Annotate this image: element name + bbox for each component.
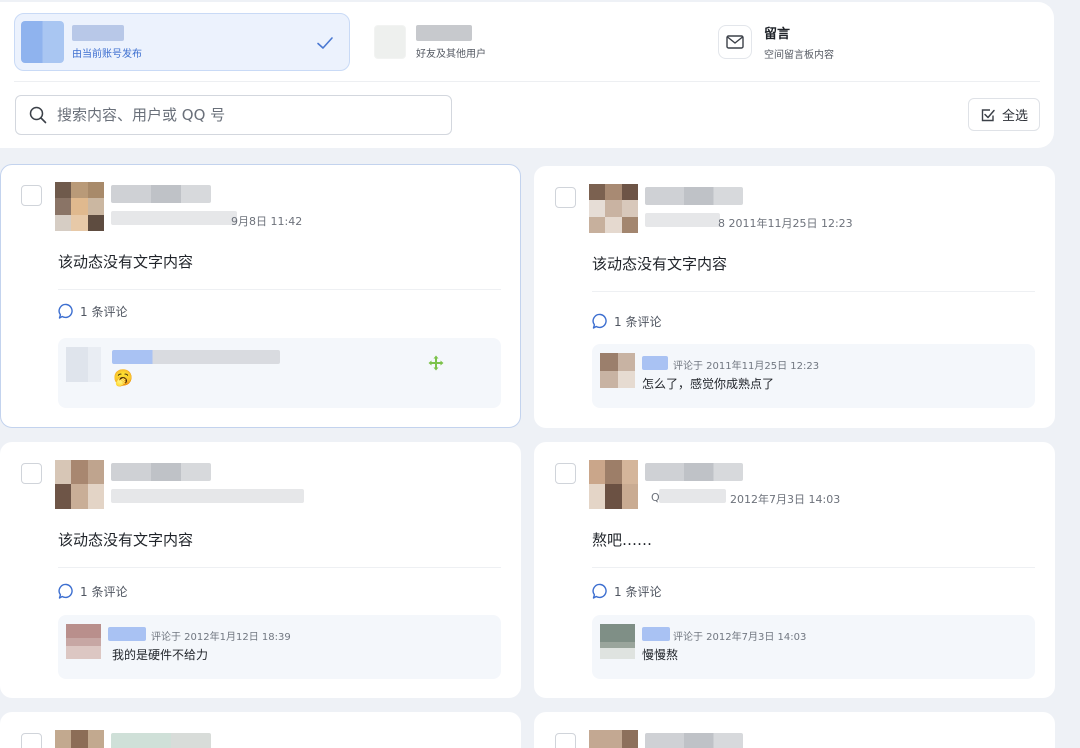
- commenter-avatar: [66, 347, 101, 382]
- post-checkbox[interactable]: [21, 185, 42, 206]
- select-all-button[interactable]: 全选: [968, 98, 1040, 131]
- post-meta-redacted: [645, 213, 720, 227]
- select-all-label: 全选: [1001, 109, 1028, 124]
- post-text: 熬吧……: [592, 531, 653, 549]
- comment-emoji: 🥱: [113, 368, 133, 387]
- tab-own-posts-subtitle: 由当前账号发布: [72, 48, 142, 60]
- post-time: 8 2011年11月25日 12:23: [718, 217, 853, 230]
- post-meta-redacted: [111, 211, 237, 225]
- post-card[interactable]: [0, 712, 521, 748]
- tab-guestbook-subtitle: 空间留言板内容: [764, 50, 834, 61]
- filter-panel: 由当前账号发布 好友及其他用户 留言 空间留言板内容 搜索内容、用户或 QQ 号…: [0, 2, 1054, 148]
- comment-meta: 评论于 2012年1月12日 18:39: [151, 632, 291, 643]
- divider: [14, 81, 1040, 82]
- friends-avatar: [374, 25, 406, 59]
- comment-count-label: 1 条评论: [80, 585, 128, 599]
- card-divider: [58, 567, 501, 568]
- post-text: 该动态没有文字内容: [58, 531, 194, 549]
- comment-item: 评论于 2011年11月25日 12:23 怎么了，感觉你成熟点了: [592, 344, 1035, 408]
- search-box[interactable]: [15, 95, 452, 135]
- card-divider: [592, 291, 1035, 292]
- commenter-name-redacted: [108, 627, 146, 641]
- avatar: [55, 460, 104, 509]
- author-name-redacted: [645, 733, 743, 748]
- post-card[interactable]: [534, 712, 1055, 748]
- post-text: 该动态没有文字内容: [58, 253, 194, 271]
- comment-text: 怎么了，感觉你成熟点了: [642, 377, 775, 391]
- account-avatar: [21, 21, 64, 63]
- post-checkbox[interactable]: [555, 463, 576, 484]
- commenter-avatar: [600, 624, 635, 659]
- commenter-name-redacted: [642, 627, 670, 641]
- avatar: [55, 730, 104, 748]
- commenter-avatar: [600, 353, 635, 388]
- commenter-avatar: [66, 624, 101, 659]
- comment-bubble-icon: [592, 313, 607, 329]
- comment-bubble-icon: [58, 303, 73, 319]
- author-name-redacted: [645, 463, 743, 481]
- source-tabs: 由当前账号发布 好友及其他用户 留言 空间留言板内容: [14, 13, 1040, 71]
- comment-count[interactable]: 1 条评论: [58, 583, 127, 600]
- comment-count[interactable]: 1 条评论: [592, 313, 661, 330]
- tab-friends-subtitle: 好友及其他用户: [416, 48, 486, 60]
- post-meta-redacted: [659, 489, 726, 503]
- comment-item: 评论于 2012年1月12日 18:39 我的是硬件不给力: [58, 615, 501, 679]
- comment-count-label: 1 条评论: [614, 585, 662, 599]
- author-name-redacted: [111, 733, 211, 748]
- move-icon: [428, 355, 444, 371]
- post-card[interactable]: 9月8日 11:42 该动态没有文字内容 1 条评论 🥱: [0, 164, 521, 428]
- post-time: 9月8日 11:42: [231, 215, 303, 228]
- account-name-redacted: [72, 24, 124, 41]
- checkbox-checked-icon: [981, 108, 995, 121]
- post-checkbox[interactable]: [21, 463, 42, 484]
- comment-count-label: 1 条评论: [614, 315, 662, 329]
- comment-count[interactable]: 1 条评论: [58, 303, 127, 320]
- tab-friends-posts[interactable]: 好友及其他用户: [372, 13, 672, 71]
- author-name-redacted: [111, 185, 211, 203]
- comment-meta: 评论于 2012年7月3日 14:03: [673, 632, 807, 643]
- post-card[interactable]: 该动态没有文字内容 1 条评论 评论于 2012年1月12日 18:39 我的是…: [0, 442, 521, 698]
- post-checkbox[interactable]: [555, 733, 576, 748]
- comment-bubble-icon: [592, 583, 607, 599]
- avatar: [589, 460, 638, 509]
- post-card[interactable]: 8 2011年11月25日 12:23 该动态没有文字内容 1 条评论 评论于 …: [534, 166, 1055, 428]
- post-checkbox[interactable]: [21, 733, 42, 748]
- commenter-name-redacted: [642, 356, 668, 370]
- card-divider: [592, 567, 1035, 568]
- comment-text: 慢慢熬: [642, 648, 679, 662]
- comment-bubble-icon: [58, 583, 73, 599]
- comment-count[interactable]: 1 条评论: [592, 583, 661, 600]
- comment-text: 我的是硬件不给力: [112, 648, 209, 662]
- post-time: 2012年7月3日 14:03: [730, 493, 841, 506]
- check-icon: [317, 37, 333, 49]
- comment-meta: 评论于 2011年11月25日 12:23: [673, 361, 820, 372]
- tab-guestbook-title: 留言: [764, 27, 791, 42]
- tab-own-posts[interactable]: 由当前账号发布: [14, 13, 350, 71]
- mail-icon: [718, 25, 752, 59]
- post-checkbox[interactable]: [555, 187, 576, 208]
- comment-item: 🥱: [58, 338, 501, 408]
- avatar: [589, 730, 638, 748]
- comment-count-label: 1 条评论: [80, 305, 128, 319]
- search-icon: [29, 106, 47, 124]
- author-name-redacted: [645, 187, 743, 205]
- search-input[interactable]: [57, 106, 427, 124]
- post-text: 该动态没有文字内容: [592, 255, 728, 273]
- post-meta-redacted: [111, 489, 304, 503]
- comment-item: 评论于 2012年7月3日 14:03 慢慢熬: [592, 615, 1035, 679]
- author-name-redacted: [111, 463, 211, 481]
- card-divider: [58, 289, 501, 290]
- avatar: [589, 184, 638, 233]
- post-card[interactable]: Q 2012年7月3日 14:03 熬吧…… 1 条评论 评论于 2012年7月…: [534, 442, 1055, 698]
- friends-title-redacted: [416, 24, 472, 41]
- tab-guestbook[interactable]: 留言 空间留言板内容: [718, 13, 1018, 71]
- avatar: [55, 182, 104, 231]
- commenter-name-redacted: [112, 350, 280, 364]
